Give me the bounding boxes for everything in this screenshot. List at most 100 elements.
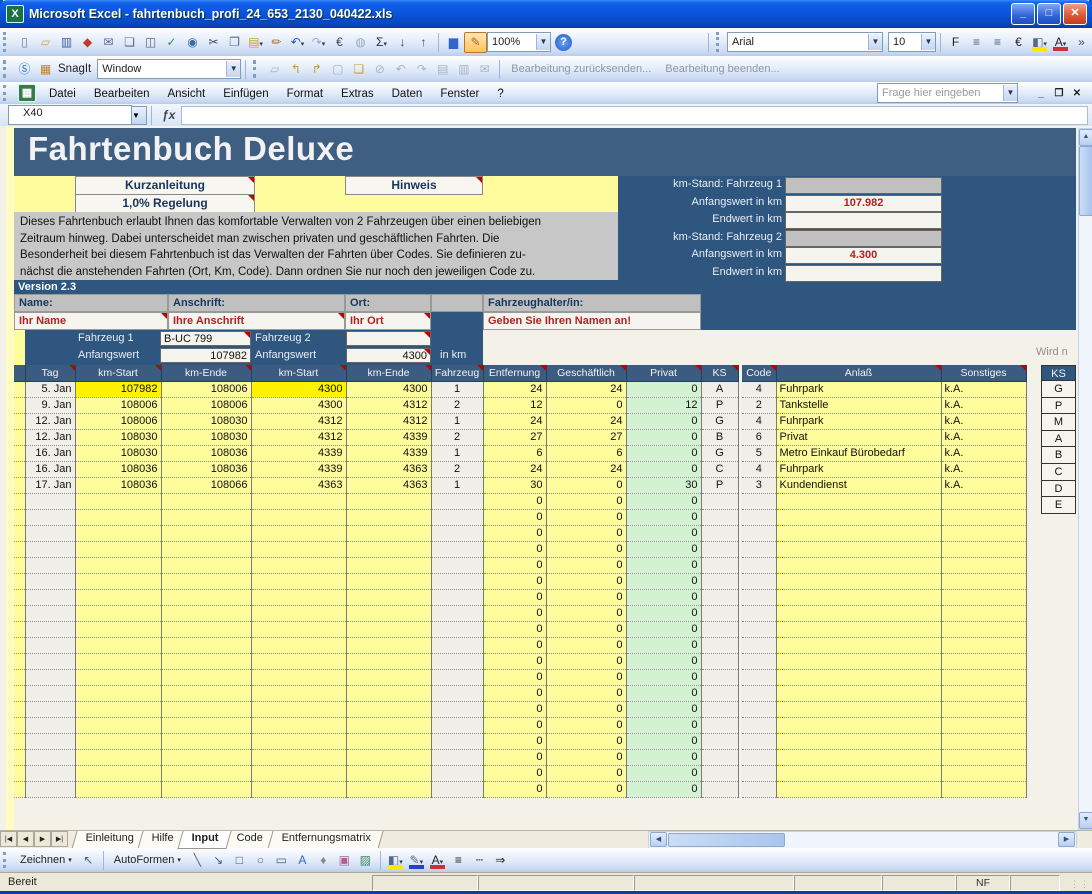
column-header[interactable]: Anlaß [776, 365, 941, 381]
cell[interactable] [161, 589, 251, 605]
save-icon[interactable]: ▥ [56, 33, 77, 52]
cell[interactable]: 0 [546, 509, 626, 525]
cell[interactable] [161, 621, 251, 637]
menu-fenster[interactable]: Fenster [431, 85, 488, 103]
cell[interactable] [742, 573, 776, 589]
folders-icon[interactable]: ❏ [348, 60, 369, 79]
cell[interactable]: 4300 [251, 397, 346, 413]
cell[interactable] [776, 717, 941, 733]
cell[interactable]: 0 [626, 749, 701, 765]
fahrzeug2-plate-cell[interactable] [346, 331, 431, 346]
cell[interactable] [251, 685, 346, 701]
cell[interactable] [161, 749, 251, 765]
cell[interactable] [941, 573, 1026, 589]
euro-icon[interactable]: € [1008, 33, 1029, 52]
hinweis-button[interactable]: Hinweis [345, 176, 483, 195]
cell[interactable]: 4339 [346, 445, 431, 461]
cell[interactable] [776, 749, 941, 765]
cell[interactable]: 0 [626, 669, 701, 685]
cell[interactable]: k.A. [941, 397, 1026, 413]
font-name-select[interactable]: Arial ▼ [727, 32, 883, 52]
cell[interactable] [75, 733, 161, 749]
cell[interactable] [431, 541, 483, 557]
cell[interactable] [346, 541, 431, 557]
cell[interactable]: 108036 [75, 477, 161, 493]
minimize-window-button[interactable]: _ [1032, 88, 1050, 99]
cell[interactable] [161, 509, 251, 525]
strip-cell[interactable] [14, 381, 25, 397]
cell[interactable] [161, 637, 251, 653]
save-copy-icon[interactable]: ▥ [453, 60, 474, 79]
cell[interactable] [346, 669, 431, 685]
cell[interactable] [251, 509, 346, 525]
cell[interactable]: 108006 [75, 413, 161, 429]
cell[interactable] [941, 653, 1026, 669]
cell[interactable] [161, 541, 251, 557]
cell[interactable]: 0 [483, 557, 546, 573]
tab-input[interactable]: Input [178, 831, 232, 849]
column-header[interactable]: Tag [25, 365, 75, 381]
strip-cell[interactable] [14, 445, 25, 461]
cell[interactable] [776, 733, 941, 749]
cell[interactable]: 5. Jan [25, 381, 75, 397]
cell[interactable] [25, 573, 75, 589]
cell[interactable]: 1 [431, 445, 483, 461]
copy-icon[interactable]: ❐ [224, 33, 245, 52]
cell[interactable]: 0 [483, 509, 546, 525]
cell[interactable] [742, 557, 776, 573]
cell[interactable]: 108006 [161, 381, 251, 397]
cell[interactable]: 0 [626, 685, 701, 701]
cell[interactable] [75, 685, 161, 701]
cell[interactable] [346, 653, 431, 669]
cell[interactable]: 4312 [346, 397, 431, 413]
cell[interactable]: 5 [742, 445, 776, 461]
print-preview-icon[interactable]: ◫ [140, 33, 161, 52]
cell[interactable] [941, 589, 1026, 605]
column-header[interactable]: km-Ende [161, 365, 251, 381]
arrow-style-icon[interactable]: ⇒ [490, 851, 511, 870]
cell[interactable]: 16. Jan [25, 461, 75, 477]
cell[interactable] [346, 637, 431, 653]
menu-ansicht[interactable]: Ansicht [158, 85, 214, 103]
cell[interactable]: 0 [483, 701, 546, 717]
cell[interactable]: G [701, 445, 738, 461]
cell[interactable]: 2 [431, 397, 483, 413]
strip-cell[interactable] [14, 541, 25, 557]
cell[interactable]: 4312 [346, 413, 431, 429]
name-box[interactable]: X40 [8, 105, 132, 125]
chevron-down-icon[interactable]: ▼ [868, 34, 882, 50]
cell[interactable] [941, 733, 1026, 749]
cell[interactable]: A [701, 381, 738, 397]
toolbar-grip[interactable] [3, 85, 9, 100]
cell[interactable] [25, 589, 75, 605]
cell[interactable]: 12 [626, 397, 701, 413]
cell[interactable] [742, 781, 776, 797]
formula-input[interactable] [181, 106, 1088, 125]
cell[interactable] [742, 541, 776, 557]
cell[interactable] [25, 493, 75, 509]
cell[interactable]: 24 [546, 413, 626, 429]
strip-cell[interactable] [14, 733, 25, 749]
column-header[interactable]: Privat [626, 365, 701, 381]
km-value-cell[interactable] [785, 212, 942, 229]
cell[interactable] [161, 525, 251, 541]
cell[interactable]: 4363 [251, 477, 346, 493]
bold-icon[interactable]: F [945, 33, 966, 52]
column-header[interactable]: Fahrzeug [431, 365, 483, 381]
cell[interactable]: 12 [483, 397, 546, 413]
tab-einleitung[interactable]: Einleitung [71, 831, 146, 849]
cell[interactable]: 0 [483, 781, 546, 797]
ks-legend-cell[interactable]: C [1041, 464, 1076, 481]
cell[interactable]: Metro Einkauf Bürobedarf [776, 445, 941, 461]
cell[interactable]: 27 [546, 429, 626, 445]
cell[interactable]: 0 [483, 653, 546, 669]
cell[interactable] [776, 525, 941, 541]
strip-cell[interactable] [14, 461, 25, 477]
cell[interactable] [776, 509, 941, 525]
cell[interactable] [251, 653, 346, 669]
redo-icon[interactable]: ↷▾ [308, 33, 329, 52]
zeichnen-button[interactable]: Zeichnen▾ [14, 852, 78, 868]
strip-cell[interactable] [14, 397, 25, 413]
cell[interactable]: 24 [546, 461, 626, 477]
cell[interactable]: 0 [483, 717, 546, 733]
